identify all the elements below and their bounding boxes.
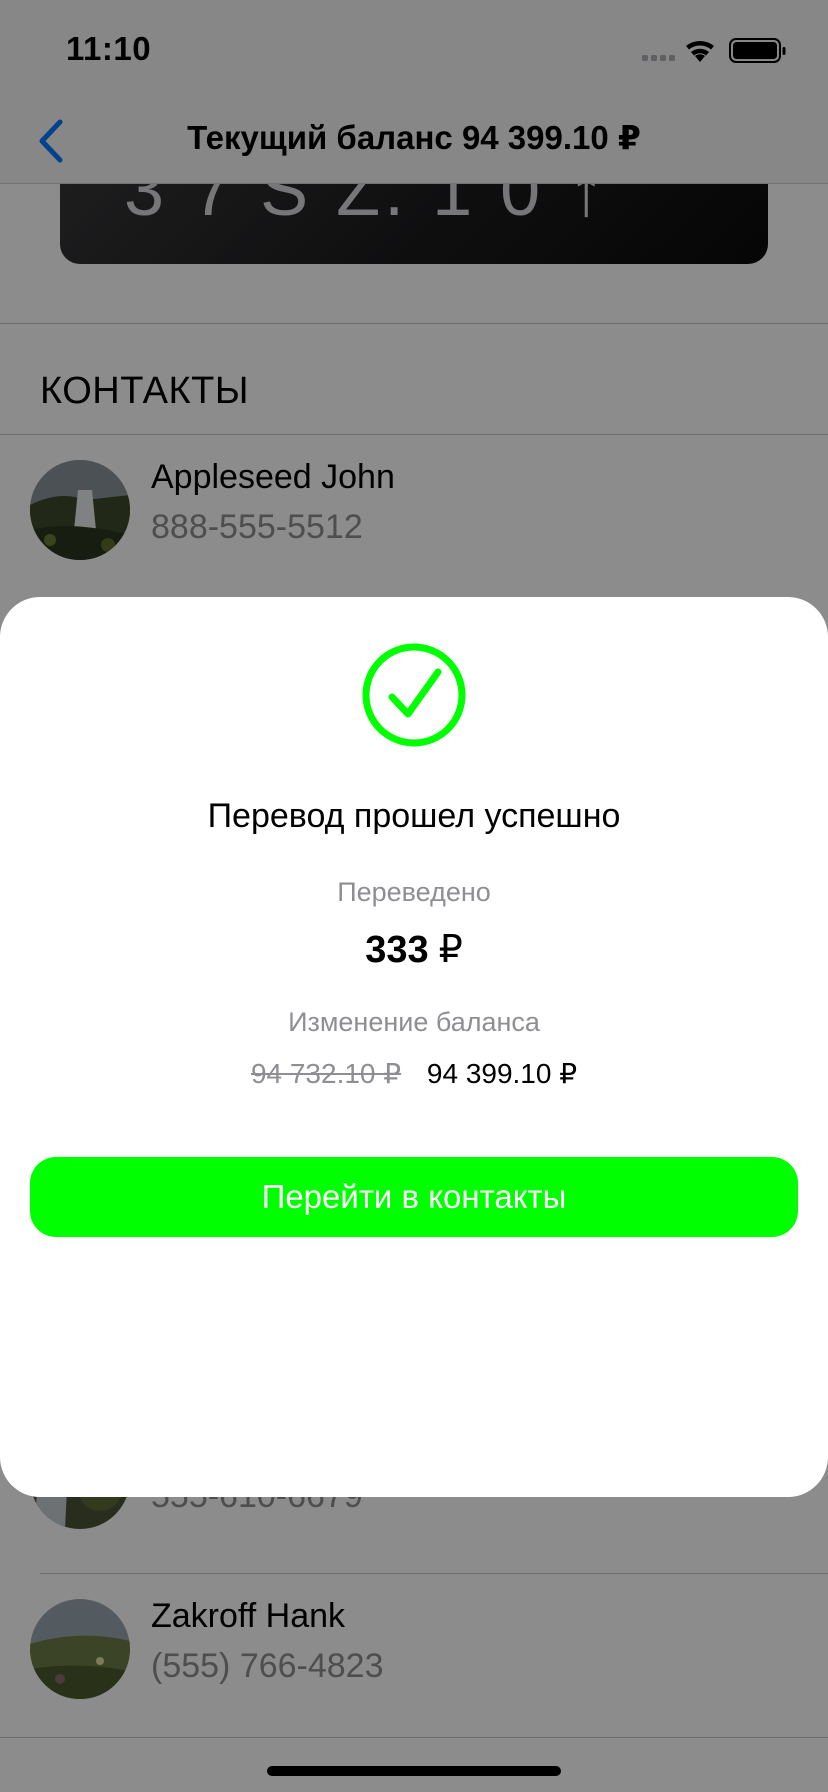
transferred-amount: 333 ₽ [0, 927, 828, 972]
old-balance: 94 732.10 ₽ [250, 1058, 402, 1089]
amount-currency: ₽ [438, 929, 463, 971]
success-title: Перевод прошел успешно [207, 797, 621, 835]
new-balance: 94 399.10 ₽ [426, 1058, 578, 1089]
amount-value: 333 [365, 929, 429, 971]
transferred-label: Переведено [337, 877, 491, 907]
balance-change-row: 94 732.10 ₽ 94 399.10 ₽ [0, 1057, 828, 1090]
home-indicator[interactable] [267, 1766, 561, 1776]
transfer-success-sheet: Перевод прошел успешно Переведено 333 ₽ И… [0, 597, 828, 1497]
balance-change-label: Изменение баланса [288, 1007, 540, 1037]
go-to-contacts-button[interactable]: Перейти в контакты [30, 1157, 798, 1237]
check-circle-icon [362, 643, 466, 747]
